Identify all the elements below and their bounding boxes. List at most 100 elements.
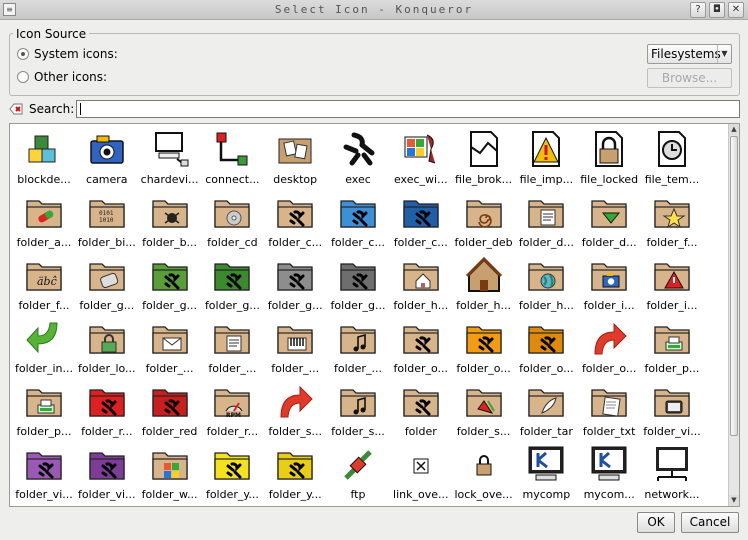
- icon-item[interactable]: folder_cd: [201, 190, 263, 253]
- icon-item[interactable]: camera: [76, 127, 138, 190]
- monitor-net-icon: [650, 442, 694, 486]
- icon-item[interactable]: folder_in...: [13, 316, 75, 379]
- help-button[interactable]: ?: [690, 2, 706, 18]
- icon-item[interactable]: folder_w...: [139, 442, 201, 505]
- icon-item[interactable]: exec: [327, 127, 389, 190]
- scroll-up-button[interactable]: ▲: [729, 124, 739, 135]
- icon-item[interactable]: folder_i...: [578, 253, 640, 316]
- icon-label: folder_i...: [583, 299, 635, 312]
- file-broken-icon: [462, 127, 506, 171]
- icon-item[interactable]: folder_h...: [453, 253, 515, 316]
- icon-item[interactable]: folder_...: [201, 316, 263, 379]
- icon-item[interactable]: folder_s...: [327, 379, 389, 442]
- icon-item[interactable]: folder_f...: [641, 190, 703, 253]
- icon-item[interactable]: folder_g...: [76, 253, 138, 316]
- folder-gear-icon: [462, 316, 506, 360]
- icon-item[interactable]: file_tem...: [641, 127, 703, 190]
- icon-item[interactable]: folder_d...: [515, 190, 577, 253]
- icon-label: folder_c...: [393, 236, 448, 249]
- icon-item[interactable]: folder_s...: [453, 379, 515, 442]
- icon-item[interactable]: folder_g...: [139, 253, 201, 316]
- icon-item[interactable]: folder_o...: [578, 316, 640, 379]
- icon-item[interactable]: folder_c...: [264, 190, 326, 253]
- icon-item[interactable]: folder_o...: [390, 316, 452, 379]
- icon-item[interactable]: folder_o...: [453, 316, 515, 379]
- icon-item[interactable]: folder_o...: [515, 316, 577, 379]
- search-input[interactable]: [76, 100, 740, 118]
- icon-category-select[interactable]: Filesystems ▼: [647, 44, 732, 64]
- icon-item[interactable]: folder_y...: [201, 442, 263, 505]
- icon-item[interactable]: folder_s...: [264, 379, 326, 442]
- icon-item[interactable]: chardevi...: [139, 127, 201, 190]
- icon-item[interactable]: file_imp...: [515, 127, 577, 190]
- icon-item[interactable]: folder_h...: [390, 253, 452, 316]
- icon-item[interactable]: folder_g...: [327, 253, 389, 316]
- icon-item[interactable]: folder_txt: [578, 379, 640, 442]
- icon-item[interactable]: folder_a...: [13, 190, 75, 253]
- icon-item[interactable]: folder_i...: [641, 253, 703, 316]
- icon-item[interactable]: folder_y...: [264, 442, 326, 505]
- icon-label: folder_tar: [519, 425, 573, 438]
- system-icons-radio[interactable]: [17, 48, 29, 60]
- cancel-button[interactable]: Cancel: [681, 512, 739, 533]
- icon-item[interactable]: mycom...: [578, 442, 640, 505]
- icon-item[interactable]: folder_vi...: [76, 442, 138, 505]
- icon-item[interactable]: blockde...: [13, 127, 75, 190]
- icon-item[interactable]: folder_vi...: [13, 442, 75, 505]
- icon-item[interactable]: exec_wi...: [390, 127, 452, 190]
- icon-item[interactable]: folder_tar: [515, 379, 577, 442]
- icon-item[interactable]: folder_...: [327, 316, 389, 379]
- icon-item[interactable]: link_ove...: [390, 442, 452, 505]
- scroll-down-button[interactable]: ▼: [729, 495, 739, 506]
- ftp-icon: [336, 442, 380, 486]
- icon-item[interactable]: folder_lo...: [76, 316, 138, 379]
- icon-item[interactable]: folder_p...: [13, 379, 75, 442]
- icon-label: folder_c...: [331, 236, 385, 249]
- icon-item[interactable]: connect...: [201, 127, 263, 190]
- icon-label: folder_vi...: [15, 488, 73, 501]
- icon-item[interactable]: folder_p...: [641, 316, 703, 379]
- icon-item[interactable]: folder: [390, 379, 452, 442]
- icon-item[interactable]: desktop: [264, 127, 326, 190]
- icon-item[interactable]: folder_b...: [139, 190, 201, 253]
- icon-label: exec_wi...: [393, 173, 448, 186]
- icon-item[interactable]: folder_c...: [390, 190, 452, 253]
- icon-label: folder_...: [334, 362, 382, 375]
- camera-icon: [85, 127, 129, 171]
- icon-item[interactable]: folder_vi...: [641, 379, 703, 442]
- icon-item[interactable]: folder_deb: [453, 190, 515, 253]
- system-icons-option[interactable]: System icons:: [17, 47, 118, 61]
- close-button[interactable]: ✕: [728, 2, 744, 18]
- minimize-button[interactable]: ◘: [709, 2, 725, 18]
- icon-item[interactable]: 0101 1010 folder_bi...: [76, 190, 138, 253]
- icon-item[interactable]: folder_...: [139, 316, 201, 379]
- ok-button[interactable]: OK: [637, 512, 675, 533]
- icon-item[interactable]: folder_d...: [578, 190, 640, 253]
- icon-item[interactable]: folder_h...: [515, 253, 577, 316]
- icon-item[interactable]: äbĉ folder_f...: [13, 253, 75, 316]
- icon-item[interactable]: folder_...: [264, 316, 326, 379]
- folder-house-icon: [399, 253, 443, 297]
- icon-item[interactable]: lock_ove...: [453, 442, 515, 505]
- icon-item[interactable]: folder_r...: [76, 379, 138, 442]
- icon-item[interactable]: network...: [641, 442, 703, 505]
- icon-label: camera: [86, 173, 128, 186]
- icon-item[interactable]: RPM folder_r...: [201, 379, 263, 442]
- other-icons-radio[interactable]: [17, 71, 29, 83]
- icon-label: ftp: [350, 488, 366, 501]
- vertical-scrollbar[interactable]: ▲ ▼: [728, 124, 739, 506]
- icon-item[interactable]: folder_c...: [327, 190, 389, 253]
- icon-item[interactable]: file_locked: [578, 127, 640, 190]
- other-icons-option[interactable]: Other icons:: [17, 70, 107, 84]
- scrollbar-thumb[interactable]: [730, 136, 738, 436]
- icon-item[interactable]: folder_red: [139, 379, 201, 442]
- icon-item[interactable]: folder_g...: [264, 253, 326, 316]
- icon-label: exec: [345, 173, 371, 186]
- icon-grid-view[interactable]: blockde... camera chardevi... connect... des…: [9, 123, 740, 507]
- chevron-down-icon[interactable]: ▼: [717, 45, 731, 63]
- icon-item[interactable]: file_brok...: [453, 127, 515, 190]
- icon-item[interactable]: ftp: [327, 442, 389, 505]
- clear-search-icon[interactable]: [9, 102, 23, 116]
- icon-item[interactable]: folder_g...: [201, 253, 263, 316]
- icon-item[interactable]: mycomp: [515, 442, 577, 505]
